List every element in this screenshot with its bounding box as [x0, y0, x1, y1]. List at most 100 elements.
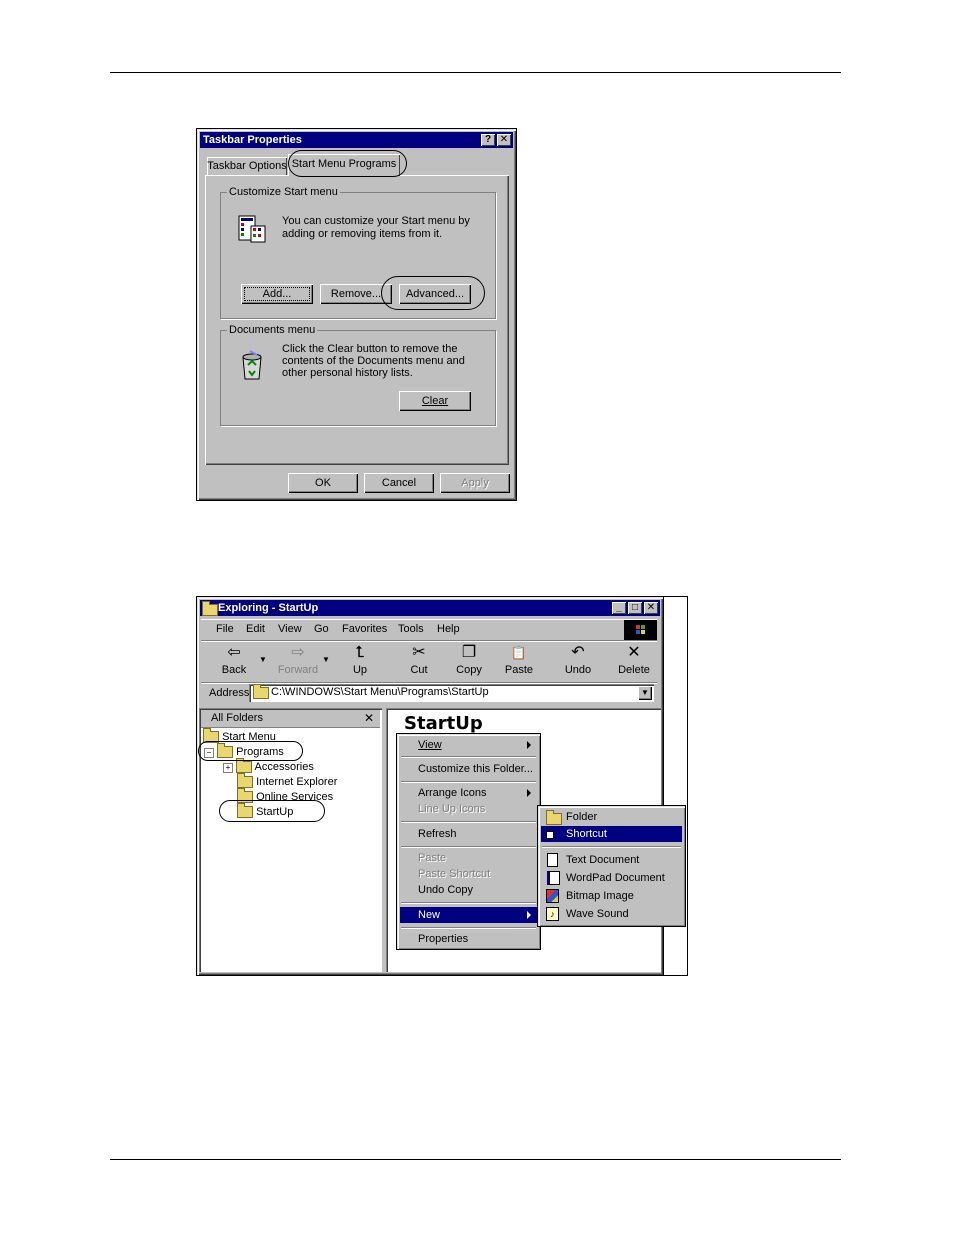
toolbar-undo[interactable]: ↶ Undo: [553, 642, 603, 680]
customize-group-label: Customize Start menu: [227, 186, 340, 198]
menu-bar: File Edit View Go Favorites Tools Help: [201, 619, 657, 641]
new-folder[interactable]: Folder: [541, 809, 682, 827]
toolbar-cut[interactable]: ✂ Cut: [394, 642, 444, 680]
address-folder-icon: [253, 684, 269, 700]
folder-icon: [236, 758, 253, 774]
add-button-label: Add...: [262, 288, 292, 300]
address-label: Address: [209, 687, 250, 699]
new-wordpad-document[interactable]: WordPad Document: [541, 870, 682, 886]
explorer-close-button[interactable]: ✕: [644, 602, 658, 614]
maximize-button[interactable]: □: [628, 602, 642, 614]
highlight-oval-programs: [198, 741, 303, 761]
ctx-paste-shortcut[interactable]: Paste Shortcut: [400, 866, 537, 882]
clear-button-label: Clear: [421, 395, 449, 407]
submenu-arrow-icon: [527, 789, 531, 797]
address-input[interactable]: C:\WINDOWS\Start Menu\Programs\StartUp ▼: [249, 684, 654, 702]
expand-icon[interactable]: +: [223, 763, 233, 773]
folder-icon: [237, 773, 253, 789]
tab-taskbar-options[interactable]: Taskbar Options: [207, 157, 287, 175]
new-wave-sound[interactable]: ♪ Wave Sound: [541, 906, 682, 922]
documents-text-2: contents of the Documents menu and: [282, 355, 465, 367]
pane-close-icon[interactable]: ✕: [364, 711, 374, 725]
context-menu: View Customize this Folder... Arrange Ic…: [396, 733, 541, 950]
close-button[interactable]: ✕: [497, 134, 511, 146]
separator: [401, 927, 536, 929]
menu-file[interactable]: File: [216, 623, 234, 635]
windows-logo-icon: [624, 620, 657, 640]
menu-go[interactable]: Go: [314, 623, 329, 635]
toolbar-copy[interactable]: ❐ Copy: [444, 642, 494, 680]
ctx-undo-copy[interactable]: Undo Copy: [400, 882, 537, 898]
top-rule: [110, 72, 841, 73]
ctx-arrange-icons[interactable]: Arrange Icons: [400, 785, 537, 801]
menu-edit[interactable]: Edit: [246, 623, 265, 635]
text-document-icon: [547, 853, 558, 867]
back-dropdown-icon[interactable]: ▼: [259, 655, 267, 664]
address-dropdown-button[interactable]: ▼: [638, 686, 652, 700]
new-bitmap-image[interactable]: Bitmap Image: [541, 888, 682, 904]
ctx-paste[interactable]: Paste: [400, 850, 537, 866]
toolbar-back[interactable]: ⇦ Back: [209, 642, 259, 680]
menu-tools[interactable]: Tools: [398, 623, 424, 635]
folder-icon: [546, 810, 562, 827]
up-folder-icon: ⮤: [355, 644, 365, 661]
taskbar-properties-dialog: Taskbar Properties ? ✕ Taskbar Options S…: [196, 128, 517, 501]
undo-icon: ↶: [571, 644, 585, 661]
back-arrow-icon: ⇦: [227, 644, 241, 661]
apply-button[interactable]: Apply: [440, 473, 510, 493]
tree-accessories[interactable]: + Accessories: [223, 758, 314, 774]
explorer-title: Exploring - StartUp: [218, 602, 319, 614]
ctx-line-up-icons[interactable]: Line Up Icons: [400, 801, 537, 817]
customize-text-1: You can customize your Start menu by: [282, 215, 470, 227]
highlight-oval-advanced: [381, 276, 485, 310]
ctx-refresh[interactable]: Refresh: [400, 826, 537, 842]
clear-button[interactable]: Clear: [399, 391, 471, 411]
ok-button[interactable]: OK: [288, 473, 358, 493]
help-button[interactable]: ?: [481, 134, 495, 146]
explorer-app-icon: [202, 601, 218, 618]
ctx-properties[interactable]: Properties: [400, 931, 537, 947]
toolbar-up[interactable]: ⮤ Up: [335, 642, 385, 680]
highlight-oval-startup: [219, 800, 325, 822]
all-folders-header: All Folders ✕: [201, 710, 380, 728]
documents-group-label: Documents menu: [227, 324, 318, 336]
separator: [542, 846, 681, 848]
add-button[interactable]: Add...: [241, 284, 313, 304]
tree-internet-explorer[interactable]: Internet Explorer: [237, 773, 337, 789]
toolbar-delete[interactable]: ✕ Delete: [609, 642, 659, 680]
ctx-new[interactable]: New: [400, 907, 537, 923]
copy-icon: ❐: [461, 644, 477, 661]
delete-x-icon: ✕: [627, 644, 641, 661]
shortcut-icon: [546, 831, 554, 839]
separator: [401, 846, 536, 848]
customize-text-2: adding or removing items from it.: [282, 228, 443, 240]
ctx-view[interactable]: View: [400, 737, 537, 753]
documents-text-1: Click the Clear button to remove the: [282, 343, 458, 355]
ctx-customize-folder[interactable]: Customize this Folder...: [400, 761, 537, 777]
highlight-oval-tab: [288, 150, 407, 177]
separator: [401, 781, 536, 783]
new-text-document[interactable]: Text Document: [541, 852, 682, 868]
toolbar-paste[interactable]: 📋 Paste: [494, 642, 544, 680]
explorer-titlebar: Exploring - StartUp _ □ ✕: [200, 600, 660, 618]
separator: [401, 821, 536, 823]
ok-button-label: OK: [315, 477, 331, 489]
wave-sound-icon: ♪: [546, 907, 559, 921]
new-submenu: Folder Shortcut Text Document WordPad Do…: [537, 805, 686, 927]
all-folders-label: All Folders: [211, 712, 263, 724]
cancel-button[interactable]: Cancel: [364, 473, 434, 493]
dialog-titlebar: Taskbar Properties ? ✕: [200, 132, 513, 148]
dialog-title: Taskbar Properties: [203, 134, 302, 146]
minimize-button[interactable]: _: [612, 602, 626, 614]
forward-dropdown-icon[interactable]: ▼: [322, 655, 330, 664]
cancel-button-label: Cancel: [381, 477, 417, 489]
bitmap-image-icon: [546, 889, 559, 903]
toolbar-forward[interactable]: ⇨ Forward: [273, 642, 323, 680]
menu-view[interactable]: View: [278, 623, 302, 635]
paste-icon: 📋: [510, 645, 528, 660]
menu-help[interactable]: Help: [437, 623, 460, 635]
submenu-arrow-icon: [527, 741, 531, 749]
menu-favorites[interactable]: Favorites: [342, 623, 387, 635]
folder-heading: StartUp: [404, 713, 483, 734]
new-shortcut[interactable]: Shortcut: [541, 826, 682, 842]
